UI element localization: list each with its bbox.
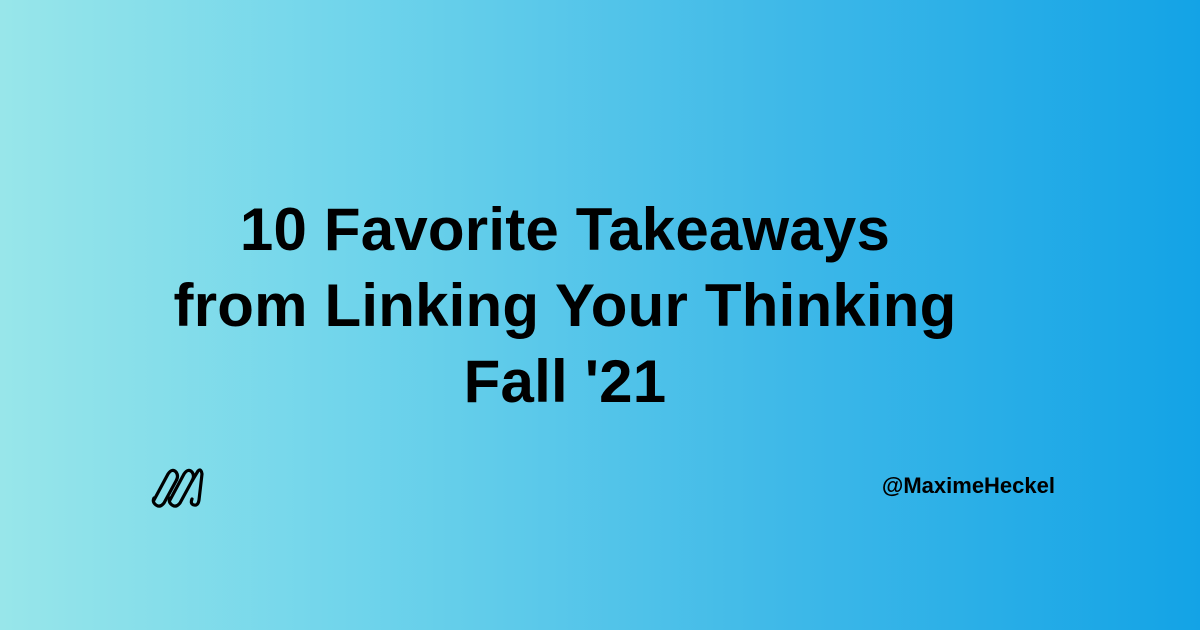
card-title: 10 Favorite Takeaways from Linking Your …: [100, 192, 1030, 420]
author-handle: @MaximeHeckel: [881, 473, 1055, 498]
maxime-heckel-logo-icon: [148, 464, 204, 508]
card-title-line-1: 10 Favorite Takeaways: [239, 196, 891, 263]
social-card: 10 Favorite Takeaways from Linking Your …: [0, 0, 1200, 630]
card-title-line-3: Fall '21: [463, 348, 667, 415]
card-title-line-2: from Linking Your Thinking: [173, 272, 957, 339]
